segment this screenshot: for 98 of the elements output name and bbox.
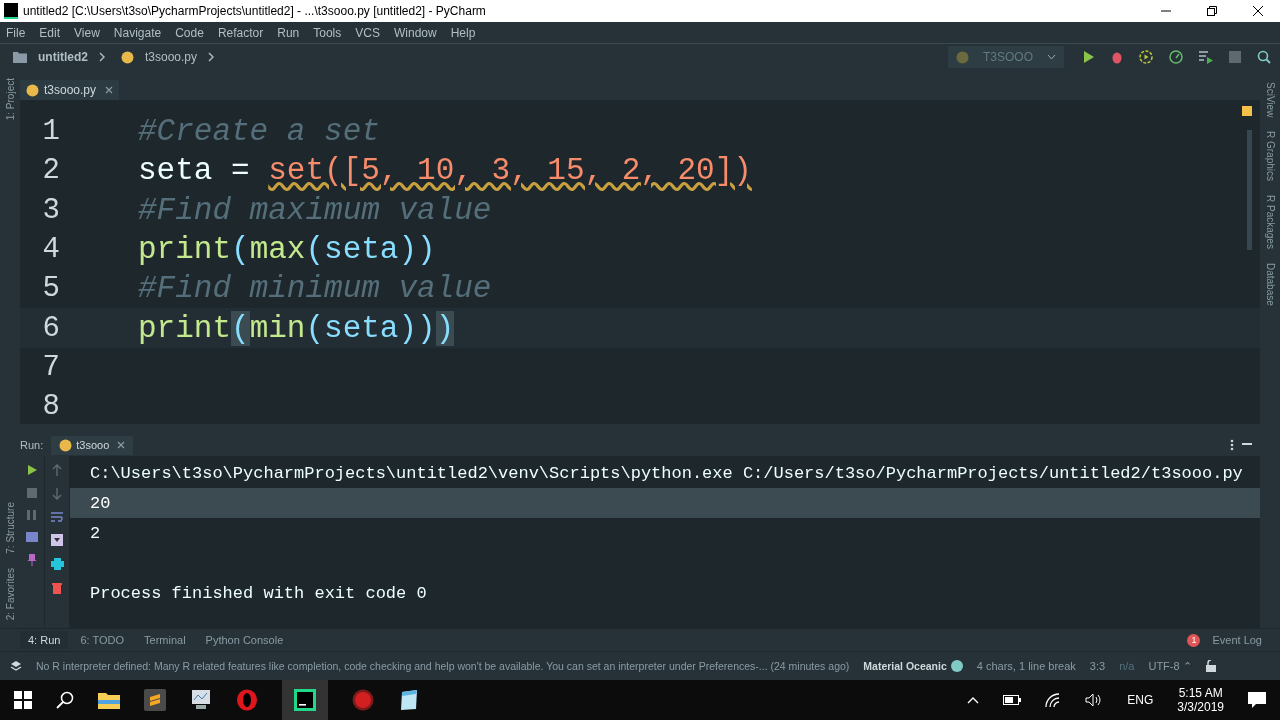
layers-icon[interactable] — [10, 660, 22, 672]
menu-item[interactable]: File — [6, 25, 26, 40]
battery-icon[interactable] — [1003, 695, 1022, 705]
caret-icon — [1047, 54, 1056, 60]
scrollbar[interactable] — [1247, 130, 1252, 250]
warning-marker-icon — [1242, 106, 1252, 116]
trash-icon[interactable] — [52, 582, 62, 594]
chevron-icon — [99, 52, 105, 62]
minimize-panel-icon[interactable] — [1242, 443, 1252, 447]
panel-label: Run: — [20, 439, 44, 451]
wifi-icon[interactable] — [1045, 693, 1062, 707]
menu-item[interactable]: Tools — [313, 25, 342, 40]
gauge-icon[interactable] — [1169, 50, 1183, 64]
search-icon[interactable] — [1257, 50, 1271, 64]
theme-dot-icon — [950, 660, 963, 672]
line-number: 4 — [41, 233, 60, 267]
restore-icon[interactable] — [1206, 5, 1218, 17]
console-line: 2 — [89, 522, 102, 545]
app-logo-icon — [4, 3, 18, 19]
menu-item[interactable]: Edit — [39, 25, 61, 40]
window-title: untitled2 [C:\Users\t3so\PycharmProjects\untitled2] - ...\t3sooo.py [untitled2] - PyCharm — [23, 4, 486, 18]
line-number: 2 — [41, 154, 60, 188]
pause-icon[interactable] — [27, 510, 37, 520]
tool-window-tab[interactable]: 7: Structure — [4, 502, 16, 554]
tool-window-tab[interactable]: Database — [1264, 263, 1276, 307]
scroll-to-end-icon[interactable] — [51, 534, 63, 546]
rerun-icon[interactable] — [26, 464, 38, 476]
menu-item[interactable]: VCS — [355, 25, 380, 40]
run-tab[interactable]: t3sooo — [51, 435, 134, 455]
bug-icon[interactable] — [1111, 50, 1123, 64]
code-line: #Find minimum value — [138, 271, 492, 307]
down-arrow-icon[interactable] — [52, 488, 62, 500]
menu-item[interactable]: View — [74, 25, 100, 40]
code-line: #Find maximum value — [138, 192, 492, 228]
clock-date[interactable]: 3/3/2019 — [1177, 700, 1224, 714]
line-number: 1 — [41, 115, 60, 149]
windows-start-icon[interactable] — [14, 691, 32, 709]
indent-info: n/a — [1119, 660, 1135, 672]
notification-icon[interactable] — [1248, 692, 1266, 708]
selection-info: 4 chars, 1 line break — [976, 660, 1076, 672]
tool-window-tab[interactable]: 1: Project — [4, 78, 16, 121]
speaker-icon[interactable] — [1085, 693, 1104, 707]
line-number: 7 — [41, 350, 60, 384]
tool-tab[interactable]: Terminal — [136, 631, 194, 649]
tool-tab[interactable]: 4: Run — [20, 631, 69, 649]
status-message[interactable]: No R interpreter defined: Many R related features like completion, code checking and help won't be available. You can set an interpreter under Preferences-... (24 minutes ago) — [36, 660, 850, 672]
console-line: Process finished with exit code 0 — [89, 582, 428, 605]
chevron-up-icon[interactable] — [967, 696, 980, 704]
pycharm-app-icon[interactable] — [294, 689, 316, 711]
pin-icon[interactable] — [27, 554, 37, 566]
encoding-selector[interactable]: UTF-8 ⌃ — [1148, 659, 1192, 673]
code-line: seta = set([5, 10, 3, 15, 2, 20]) — [138, 153, 752, 189]
language-indicator[interactable]: ENG — [1127, 693, 1154, 707]
sublime-app-icon[interactable] — [144, 689, 166, 711]
code-line: #Create a set — [138, 114, 380, 150]
line-number: 6 — [41, 311, 60, 345]
breadcrumb-item[interactable]: t3sooo.py — [145, 50, 198, 64]
coverage-icon[interactable] — [1139, 50, 1153, 64]
breadcrumb-item[interactable]: untitled2 — [38, 50, 88, 64]
lock-icon[interactable] — [1205, 660, 1216, 672]
chevron-icon — [208, 52, 215, 62]
menu-item[interactable]: Code — [175, 25, 204, 40]
more-icon[interactable] — [1230, 439, 1234, 451]
line-number: 8 — [41, 390, 60, 424]
tool-window-tab[interactable]: SciView — [1264, 82, 1276, 118]
folder-icon — [13, 51, 27, 63]
tool-tab[interactable]: 6: TODO — [72, 631, 133, 649]
console-line: C:\Users\t3so\PycharmProjects\untitled2\venv\Scripts\python.exe C:/Users/t3so/PycharmProjects/untitled2/t3sooo.py — [89, 462, 1244, 485]
editor-tab[interactable]: t3sooo.py — [20, 80, 120, 100]
search-icon[interactable] — [56, 691, 74, 709]
menu-item[interactable]: Help — [450, 25, 476, 40]
menu-item[interactable]: Refactor — [217, 25, 264, 40]
clock-time[interactable]: 5:15 AM — [1178, 686, 1223, 700]
line-number: 3 — [41, 193, 60, 227]
menu-item[interactable]: Window — [393, 25, 437, 40]
soft-wrap-icon[interactable] — [51, 512, 63, 522]
code-line: print(min(seta))) — [138, 310, 455, 346]
event-log-tab[interactable]: Event Log — [1204, 631, 1270, 649]
tool-tab[interactable]: Python Console — [197, 631, 292, 649]
theme-label: Material Oceanic — [863, 660, 947, 672]
menu-item[interactable]: Navigate — [113, 25, 162, 40]
up-arrow-icon[interactable] — [52, 464, 62, 476]
notification-badge: 1 — [1187, 633, 1201, 647]
record-icon[interactable] — [352, 689, 374, 711]
notepad-app-icon[interactable] — [398, 689, 420, 711]
cursor-position[interactable]: 3:3 — [1089, 660, 1106, 672]
tool-window-tab[interactable]: R Graphics — [1264, 131, 1276, 182]
run-icon[interactable] — [1083, 50, 1095, 64]
code-line: print(max(seta)) — [138, 232, 436, 268]
line-number: 5 — [41, 272, 60, 306]
folder-icon[interactable] — [98, 691, 120, 709]
tool-window-tab[interactable]: R Packages — [1264, 195, 1276, 250]
run-list-icon[interactable] — [1199, 50, 1213, 64]
opera-icon[interactable] — [236, 689, 258, 711]
close-icon[interactable] — [1252, 5, 1264, 17]
menu-item[interactable]: Run — [277, 25, 300, 40]
monitor-app-icon[interactable] — [190, 690, 212, 710]
tool-window-tab[interactable]: 2: Favorites — [4, 567, 16, 620]
